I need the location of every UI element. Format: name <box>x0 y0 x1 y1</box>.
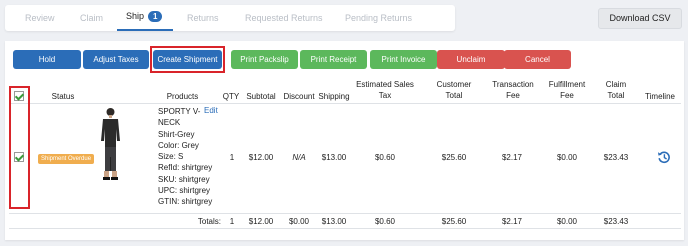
product-line: Color: Grey <box>158 140 199 150</box>
tab-ship[interactable]: Ship 1 <box>126 11 163 22</box>
product-line: Size: S <box>158 152 184 162</box>
col-customer-line2: Total <box>445 91 463 100</box>
row-subtotal: $12.00 <box>248 153 274 162</box>
col-subtotal: Subtotal <box>246 92 276 101</box>
product-line: UPC: shirtgrey <box>158 186 211 196</box>
col-transaction-fee: Transaction Fee <box>488 79 538 101</box>
totals-tax: $0.60 <box>374 217 396 226</box>
product-thumbnail[interactable] <box>98 105 123 185</box>
col-fulfillment-fee: Fulfillment Fee <box>542 79 592 101</box>
col-claim-total: Claim Total <box>598 79 634 101</box>
timeline-history-icon[interactable] <box>657 150 671 164</box>
col-shipping: Shipping <box>318 92 350 101</box>
checkbox-column-highlight <box>9 86 30 209</box>
totals-discount: $0.00 <box>288 217 310 226</box>
create-shipment-highlight <box>150 46 225 73</box>
product-details: SPORTY V- NECK Shirt-Grey Color: Grey Si… <box>158 106 212 208</box>
adjust-taxes-button[interactable]: Adjust Taxes <box>83 50 149 69</box>
tab-ship-label: Ship <box>126 11 145 21</box>
product-line: NECK <box>158 118 181 128</box>
edit-product-link[interactable]: Edit <box>204 106 218 115</box>
tab-bar: Review Claim Ship 1 Returns Requested Ret… <box>5 5 455 31</box>
row-fulfillment-fee: $0.00 <box>556 153 578 162</box>
totals-shipping: $13.00 <box>321 217 347 226</box>
row-transaction-fee: $2.17 <box>501 153 523 162</box>
tab-returns[interactable]: Returns <box>187 13 219 23</box>
col-fulfillment-line1: Fulfillment <box>548 80 586 89</box>
col-tax-line2: Tax <box>378 91 392 100</box>
cancel-button[interactable]: Cancel <box>504 50 571 69</box>
table-bottom-divider <box>9 228 681 229</box>
col-tax: Estimated Sales Tax <box>350 79 420 101</box>
tab-pending-returns[interactable]: Pending Returns <box>345 13 412 23</box>
totals-divider <box>9 213 681 214</box>
row-claim-total: $23.43 <box>603 153 629 162</box>
product-line: SKU: shirtgrey <box>158 174 210 184</box>
col-status: Status <box>51 92 75 101</box>
col-customer-total: Customer Total <box>430 79 478 101</box>
product-line: Shirt-Grey <box>158 129 195 139</box>
totals-fulfillment-fee: $0.00 <box>556 217 578 226</box>
col-claim-line1: Claim <box>605 80 627 89</box>
col-timeline: Timeline <box>645 92 675 101</box>
totals-qty: 1 <box>229 217 235 226</box>
status-badge: Shipment Overdue <box>38 154 95 164</box>
product-line: RefId: shirtgrey <box>158 163 213 173</box>
header-divider <box>9 103 681 104</box>
tab-claim[interactable]: Claim <box>80 13 103 23</box>
col-qty: QTY <box>222 92 240 101</box>
totals-label: Totals: <box>197 217 221 226</box>
totals-claim-total: $23.43 <box>603 217 629 226</box>
row-tax: $0.60 <box>374 153 396 162</box>
totals-transaction-fee: $2.17 <box>501 217 523 226</box>
col-fulfillment-line2: Fee <box>560 91 574 100</box>
tab-review[interactable]: Review <box>25 13 55 23</box>
col-transaction-line1: Transaction <box>492 80 534 89</box>
col-products: Products <box>166 92 199 101</box>
product-line: GTIN: shirtgrey <box>158 197 213 207</box>
orders-panel: Hold Adjust Taxes Create Shipment Print … <box>5 41 684 240</box>
download-csv-button[interactable]: Download CSV <box>598 8 682 29</box>
row-customer-total: $25.60 <box>441 153 467 162</box>
tab-requested-returns[interactable]: Requested Returns <box>245 13 323 23</box>
totals-subtotal: $12.00 <box>248 217 274 226</box>
row-qty: 1 <box>229 153 235 162</box>
ship-count-badge: 1 <box>148 11 163 22</box>
print-packslip-button[interactable]: Print Packslip <box>231 50 298 69</box>
row-shipping: $13.00 <box>321 153 347 162</box>
col-discount: Discount <box>283 92 315 101</box>
col-transaction-line2: Fee <box>506 91 520 100</box>
col-tax-line1: Estimated Sales <box>356 80 414 89</box>
col-claim-line2: Total <box>607 91 625 100</box>
print-receipt-button[interactable]: Print Receipt <box>300 50 367 69</box>
unclaim-button[interactable]: Unclaim <box>437 50 505 69</box>
totals-customer-total: $25.60 <box>441 217 467 226</box>
active-tab-indicator <box>117 29 173 31</box>
col-customer-line1: Customer <box>436 80 472 89</box>
row-discount: N/A <box>292 153 306 162</box>
print-invoice-button[interactable]: Print Invoice <box>370 50 437 69</box>
hold-button[interactable]: Hold <box>13 50 81 69</box>
